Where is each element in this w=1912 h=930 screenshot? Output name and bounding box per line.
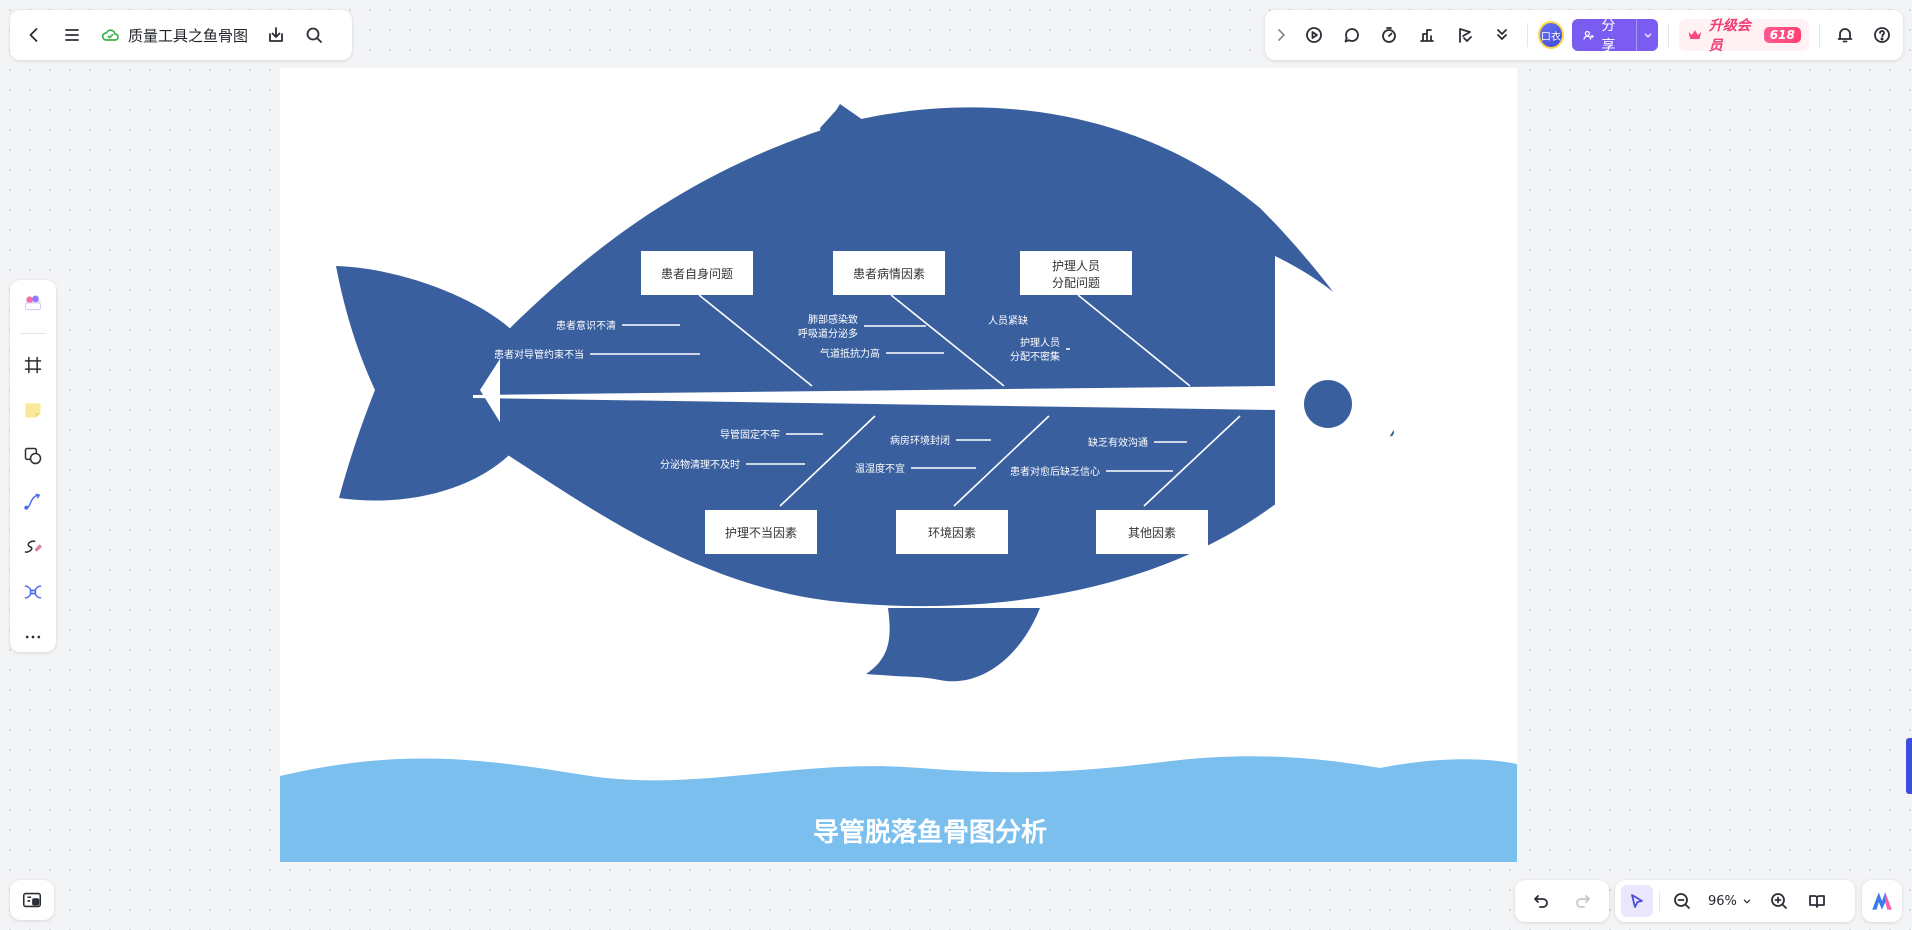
crown-icon xyxy=(1688,30,1702,39)
zoom-level-select[interactable]: 96% xyxy=(1704,894,1757,909)
redo-icon[interactable] xyxy=(1567,885,1599,917)
zoom-in-icon[interactable] xyxy=(1763,885,1795,917)
top-cause-label: 人员紧缺 xyxy=(988,314,1028,327)
toolbar-divider xyxy=(1659,891,1660,911)
left-toolbar xyxy=(10,280,56,652)
avatar[interactable]: 口衣 xyxy=(1537,21,1565,49)
topbar-right: 口衣 分享 升级会员 618 xyxy=(1265,10,1903,60)
bottom-cause-label: 患者对愈后缺乏信心 xyxy=(1010,465,1100,478)
more-tools-icon[interactable] xyxy=(16,623,50,652)
bottom-cause-label: 缺乏有效沟通 xyxy=(1088,436,1148,449)
top-category-label: 患者病情因素 xyxy=(853,266,925,281)
document-title: 质量工具之鱼骨图 xyxy=(128,26,249,45)
document-title-area[interactable]: 质量工具之鱼骨图 xyxy=(94,19,254,51)
cloud-saved-icon xyxy=(101,29,119,41)
zoom-out-icon[interactable] xyxy=(1666,885,1698,917)
bottom-category-label: 环境因素 xyxy=(928,525,976,540)
presentation-play-icon[interactable] xyxy=(1299,19,1329,51)
upgrade-label: 升级会员 xyxy=(1708,18,1751,54)
scroll-handle[interactable] xyxy=(1906,738,1912,794)
search-icon[interactable] xyxy=(298,19,330,51)
notification-bell-icon[interactable] xyxy=(1830,19,1860,51)
history-controls xyxy=(1515,880,1609,922)
top-cause-label: 气道抵抗力高 xyxy=(820,347,880,360)
tail-fin-top xyxy=(336,266,516,390)
shape-tool-icon[interactable] xyxy=(16,441,50,470)
follow-flag-icon[interactable] xyxy=(1450,19,1480,51)
minimap-icon xyxy=(22,892,42,908)
ai-logo-icon xyxy=(1872,892,1892,910)
chevron-down-icon xyxy=(1743,899,1751,904)
expand-chevron-icon[interactable] xyxy=(1271,19,1291,51)
upgrade-membership-button[interactable]: 升级会员 618 xyxy=(1678,18,1809,54)
belly-fin xyxy=(866,608,1040,682)
comment-icon[interactable] xyxy=(1337,19,1367,51)
toolbar-divider xyxy=(20,333,46,335)
download-icon[interactable] xyxy=(260,19,292,51)
menu-icon[interactable] xyxy=(56,19,88,51)
more-double-chevron-icon[interactable] xyxy=(1487,19,1517,51)
frame-tool-icon[interactable] xyxy=(16,350,50,379)
bottom-cause-label: 温湿度不宜 xyxy=(855,462,905,475)
share-dropdown-icon[interactable] xyxy=(1636,19,1658,51)
mind-map-icon[interactable] xyxy=(16,577,50,606)
back-icon[interactable] xyxy=(18,19,50,51)
bottom-cause-label: 分泌物清理不及时 xyxy=(660,458,740,471)
fish-shape xyxy=(336,104,1406,682)
bottom-cause-label: 导管固定不牢 xyxy=(720,428,780,441)
book-view-icon[interactable] xyxy=(1801,885,1833,917)
toolbar-divider xyxy=(1668,23,1669,47)
top-cause-label: 患者意识不清 xyxy=(556,319,616,332)
diagram-title: 导管脱落鱼骨图分析 xyxy=(813,818,1047,848)
zoom-controls: 96% xyxy=(1615,880,1855,922)
bottom-category-label: 护理不当因素 xyxy=(725,526,797,540)
undo-icon[interactable] xyxy=(1525,885,1557,917)
connector-line-icon[interactable] xyxy=(16,486,50,515)
top-cause-label: 患者对导管约束不当 xyxy=(494,348,584,361)
bottom-cause-label: 病房环境封闭 xyxy=(890,434,950,447)
top-category-label: 患者自身问题 xyxy=(661,266,733,281)
fishbone-diagram: 患者自身问题患者意识不清患者对导管约束不当患者病情因素肺部感染致呼吸道分泌多气道… xyxy=(280,104,1517,862)
fish-eye xyxy=(1304,380,1352,428)
promo-badge: 618 xyxy=(1763,27,1801,43)
bottom-category-label: 其他因素 xyxy=(1128,526,1176,540)
share-label: 分享 xyxy=(1601,19,1616,51)
sticky-note-icon[interactable] xyxy=(16,396,50,425)
ai-assistant-button[interactable] xyxy=(1862,880,1902,922)
help-icon[interactable] xyxy=(1867,19,1897,51)
toolbar-divider xyxy=(1526,23,1528,47)
timer-icon[interactable] xyxy=(1375,19,1405,51)
minimap-toggle[interactable] xyxy=(10,880,54,920)
pen-draw-icon[interactable] xyxy=(16,532,50,561)
select-cursor-icon[interactable] xyxy=(1621,885,1653,917)
toolbar-divider xyxy=(1818,23,1820,47)
canvas-board[interactable]: 患者自身问题 患者意识不清 患者对导管约束不当 患者病情因素 肺部感染致呼吸道分泌多 气道… xyxy=(280,68,1517,862)
templates-icon[interactable] xyxy=(16,288,50,317)
share-user-icon xyxy=(1583,30,1594,40)
topbar-left: 质量工具之鱼骨图 xyxy=(10,10,352,60)
share-button[interactable]: 分享 xyxy=(1572,19,1659,51)
voting-icon[interactable] xyxy=(1412,19,1442,51)
zoom-level: 96% xyxy=(1708,893,1737,909)
tail-fin-bottom xyxy=(339,390,516,501)
